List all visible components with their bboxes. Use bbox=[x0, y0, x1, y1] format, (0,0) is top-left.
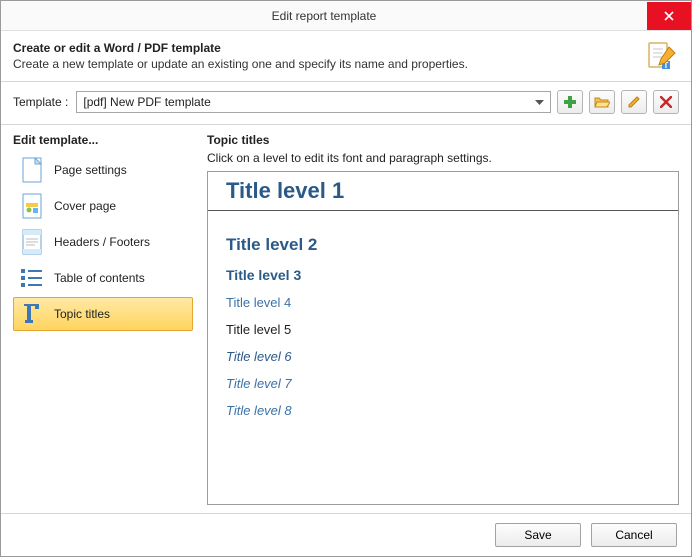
sidebar-title: Edit template... bbox=[13, 133, 193, 147]
header-icon: T bbox=[645, 41, 677, 73]
main-title: Topic titles bbox=[207, 133, 679, 147]
sidebar-item-label: Headers / Footers bbox=[54, 235, 150, 249]
sidebar-item-cover-page[interactable]: Cover page bbox=[13, 189, 193, 223]
template-select[interactable]: [pdf] New PDF template bbox=[76, 91, 551, 113]
sidebar: Edit template... Page settings Cover pag… bbox=[13, 133, 193, 505]
separator bbox=[1, 81, 691, 82]
titlebar: Edit report template bbox=[1, 1, 691, 31]
page-settings-icon bbox=[20, 156, 44, 184]
delete-template-button[interactable] bbox=[653, 90, 679, 114]
sidebar-item-label: Table of contents bbox=[54, 271, 145, 285]
sidebar-list: Page settings Cover page Headers / Foote… bbox=[13, 153, 193, 331]
header-title: Create or edit a Word / PDF template bbox=[13, 41, 637, 55]
topic-titles-icon bbox=[20, 300, 44, 328]
sidebar-item-label: Topic titles bbox=[54, 307, 110, 321]
title-level-8[interactable]: Title level 8 bbox=[208, 397, 678, 424]
open-template-button[interactable] bbox=[589, 90, 615, 114]
delete-icon bbox=[660, 96, 672, 108]
footer: Save Cancel bbox=[1, 514, 691, 556]
main-subtitle: Click on a level to edit its font and pa… bbox=[207, 151, 679, 165]
template-selected-value: [pdf] New PDF template bbox=[83, 95, 528, 109]
sidebar-item-table-of-contents[interactable]: Table of contents bbox=[13, 261, 193, 295]
close-icon bbox=[664, 11, 674, 21]
title-level-6[interactable]: Title level 6 bbox=[208, 343, 678, 370]
sidebar-item-headers-footers[interactable]: Headers / Footers bbox=[13, 225, 193, 259]
toc-icon bbox=[20, 264, 44, 292]
title-level-5[interactable]: Title level 5 bbox=[208, 316, 678, 343]
header-row: Create or edit a Word / PDF template Cre… bbox=[1, 31, 691, 79]
sidebar-item-page-settings[interactable]: Page settings bbox=[13, 153, 193, 187]
edit-template-icon: T bbox=[645, 41, 677, 73]
template-label: Template : bbox=[13, 95, 68, 109]
title-level-2[interactable]: Title level 2 bbox=[208, 229, 678, 261]
content-area: Edit template... Page settings Cover pag… bbox=[1, 133, 691, 513]
add-template-button[interactable] bbox=[557, 90, 583, 114]
dialog-window: Edit report template Create or edit a Wo… bbox=[0, 0, 692, 557]
cancel-button[interactable]: Cancel bbox=[591, 523, 677, 547]
header-text: Create or edit a Word / PDF template Cre… bbox=[13, 41, 637, 71]
folder-open-icon bbox=[594, 95, 610, 109]
separator bbox=[1, 124, 691, 125]
chevron-down-icon bbox=[528, 95, 544, 109]
save-button[interactable]: Save bbox=[495, 523, 581, 547]
sidebar-item-topic-titles[interactable]: Topic titles bbox=[13, 297, 193, 331]
headers-footers-icon bbox=[20, 228, 44, 256]
sidebar-item-label: Page settings bbox=[54, 163, 127, 177]
sidebar-item-label: Cover page bbox=[54, 199, 116, 213]
close-button[interactable] bbox=[647, 2, 691, 30]
title-level-1[interactable]: Title level 1 bbox=[208, 172, 678, 211]
title-level-4[interactable]: Title level 4 bbox=[208, 289, 678, 316]
header-subtitle: Create a new template or update an exist… bbox=[13, 57, 637, 71]
window-title: Edit report template bbox=[1, 9, 647, 23]
plus-icon bbox=[563, 95, 577, 109]
pencil-icon bbox=[627, 95, 641, 109]
title-level-7[interactable]: Title level 7 bbox=[208, 370, 678, 397]
main-panel: Topic titles Click on a level to edit it… bbox=[207, 133, 679, 505]
title-levels-list[interactable]: Title level 1 Title level 2 Title level … bbox=[207, 171, 679, 505]
cover-page-icon bbox=[20, 192, 44, 220]
edit-template-button[interactable] bbox=[621, 90, 647, 114]
template-row: Template : [pdf] New PDF template bbox=[1, 90, 691, 122]
title-level-3[interactable]: Title level 3 bbox=[208, 261, 678, 289]
